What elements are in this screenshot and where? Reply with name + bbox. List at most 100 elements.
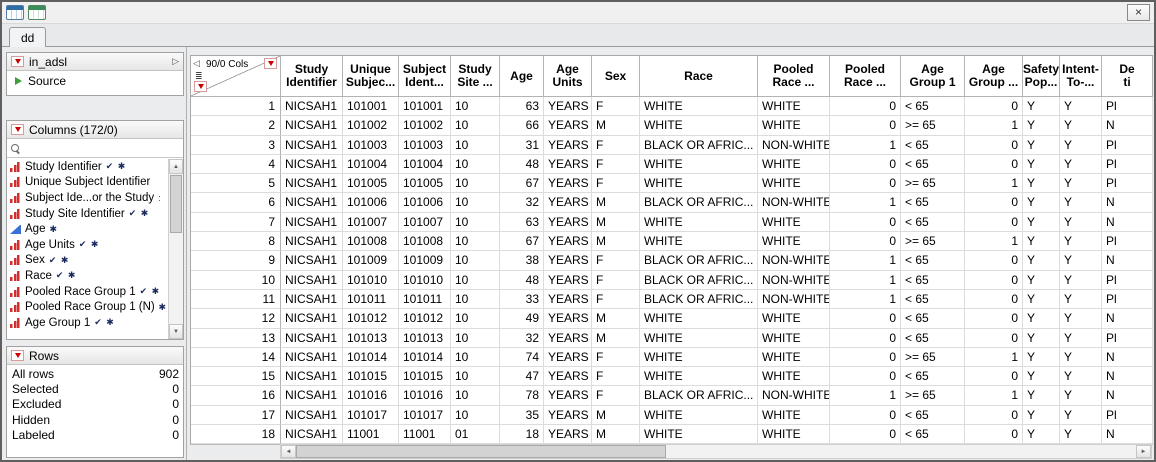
cell[interactable]: F — [592, 136, 640, 155]
cell[interactable]: NICSAH1 — [281, 97, 343, 116]
row-number[interactable]: 15 — [191, 367, 281, 386]
cell[interactable]: BLACK OR AFRIC... — [640, 290, 758, 309]
cell[interactable]: 11001 — [399, 425, 451, 444]
column-header[interactable]: Study Identifier — [281, 56, 343, 97]
cell[interactable]: 32 — [500, 193, 544, 212]
column-header[interactable]: Safety Pop... — [1023, 56, 1060, 97]
cell[interactable]: 10 — [451, 271, 500, 290]
cell[interactable]: 101011 — [343, 290, 399, 309]
scrollbar-track[interactable] — [296, 445, 1136, 458]
cell[interactable]: YEARS — [544, 406, 592, 425]
cell[interactable]: Y — [1023, 329, 1060, 348]
cell[interactable]: 10 — [451, 367, 500, 386]
cell[interactable]: 47 — [500, 367, 544, 386]
cell[interactable]: N — [1102, 348, 1153, 367]
cell[interactable]: F — [592, 155, 640, 174]
cell[interactable]: WHITE — [758, 309, 830, 328]
cell[interactable]: 0 — [965, 136, 1023, 155]
cell[interactable]: 0 — [965, 329, 1023, 348]
column-header[interactable]: Age Group ... — [965, 56, 1023, 97]
cell[interactable]: 10 — [451, 329, 500, 348]
cell[interactable]: 101008 — [399, 232, 451, 251]
cell[interactable]: WHITE — [640, 232, 758, 251]
cell[interactable]: 0 — [965, 290, 1023, 309]
cell[interactable]: 101002 — [399, 116, 451, 135]
cell[interactable]: YEARS — [544, 116, 592, 135]
cell[interactable]: BLACK OR AFRIC... — [640, 193, 758, 212]
cell[interactable]: 0 — [830, 116, 901, 135]
cell[interactable]: Y — [1060, 290, 1102, 309]
cell[interactable]: NICSAH1 — [281, 213, 343, 232]
columns-red-triangle-menu-icon[interactable] — [11, 124, 24, 135]
cell[interactable]: YEARS — [544, 271, 592, 290]
cell[interactable]: < 65 — [901, 367, 965, 386]
cell[interactable]: Y — [1060, 232, 1102, 251]
scroll-up-arrow[interactable]: ▲ — [169, 159, 183, 174]
data-table-icon[interactable] — [28, 5, 46, 20]
cell[interactable]: WHITE — [758, 116, 830, 135]
scroll-left-arrow[interactable]: ◄ — [281, 445, 296, 458]
cell[interactable]: 1 — [830, 271, 901, 290]
cell[interactable]: 0 — [965, 213, 1023, 232]
cell[interactable]: NICSAH1 — [281, 367, 343, 386]
cell[interactable]: WHITE — [640, 174, 758, 193]
cell[interactable]: WHITE — [640, 97, 758, 116]
cell[interactable]: < 65 — [901, 309, 965, 328]
cell[interactable]: Y — [1060, 251, 1102, 270]
cell[interactable]: NICSAH1 — [281, 251, 343, 270]
cell[interactable]: 101016 — [399, 386, 451, 405]
column-header[interactable]: Study Site ... — [451, 56, 500, 97]
cell[interactable]: 0 — [965, 155, 1023, 174]
cell[interactable]: 63 — [500, 97, 544, 116]
cell[interactable]: 0 — [830, 155, 901, 174]
column-header[interactable]: Pooled Race ... — [758, 56, 830, 97]
cell[interactable]: NICSAH1 — [281, 406, 343, 425]
cell[interactable]: 10 — [451, 136, 500, 155]
cell[interactable]: 10 — [451, 155, 500, 174]
cell[interactable]: Pl — [1102, 329, 1153, 348]
cell[interactable]: YEARS — [544, 348, 592, 367]
cell[interactable]: 35 — [500, 406, 544, 425]
cell[interactable]: 74 — [500, 348, 544, 367]
cell[interactable]: 10 — [451, 97, 500, 116]
cell[interactable]: 101006 — [399, 193, 451, 212]
cell[interactable]: 38 — [500, 251, 544, 270]
column-header[interactable]: Sex — [592, 56, 640, 97]
cell[interactable]: 31 — [500, 136, 544, 155]
cell[interactable]: N — [1102, 213, 1153, 232]
cell[interactable]: < 65 — [901, 193, 965, 212]
cell[interactable]: 1 — [830, 290, 901, 309]
cell[interactable]: YEARS — [544, 290, 592, 309]
cell[interactable]: M — [592, 116, 640, 135]
cell[interactable]: Pl — [1102, 290, 1153, 309]
cell[interactable]: 101011 — [399, 290, 451, 309]
cell[interactable]: 0 — [830, 425, 901, 444]
cell[interactable]: NICSAH1 — [281, 386, 343, 405]
cell[interactable]: M — [592, 309, 640, 328]
cell[interactable]: 67 — [500, 232, 544, 251]
cell[interactable]: M — [592, 329, 640, 348]
column-header[interactable]: Pooled Race ... — [830, 56, 901, 97]
cell[interactable]: F — [592, 290, 640, 309]
cell[interactable]: 1 — [830, 386, 901, 405]
cell[interactable]: Y — [1060, 271, 1102, 290]
cell[interactable]: Y — [1060, 309, 1102, 328]
column-header[interactable]: Race — [640, 56, 758, 97]
cell[interactable]: BLACK OR AFRIC... — [640, 271, 758, 290]
cell[interactable]: Y — [1023, 367, 1060, 386]
cell[interactable]: 11001 — [343, 425, 399, 444]
cell[interactable]: 10 — [451, 386, 500, 405]
cell[interactable]: YEARS — [544, 97, 592, 116]
cell[interactable]: N — [1102, 116, 1153, 135]
cell[interactable]: F — [592, 348, 640, 367]
cell[interactable]: Y — [1023, 155, 1060, 174]
rows-stat-row[interactable]: Selected0 — [12, 382, 179, 397]
cell[interactable]: 18 — [500, 425, 544, 444]
cell[interactable]: 101003 — [343, 136, 399, 155]
cell[interactable]: 0 — [965, 309, 1023, 328]
cell[interactable]: NICSAH1 — [281, 174, 343, 193]
row-number[interactable]: 5 — [191, 174, 281, 193]
cell[interactable]: Pl — [1102, 155, 1153, 174]
rows-stat-row[interactable]: Labeled0 — [12, 428, 179, 443]
cell[interactable]: 101013 — [343, 329, 399, 348]
